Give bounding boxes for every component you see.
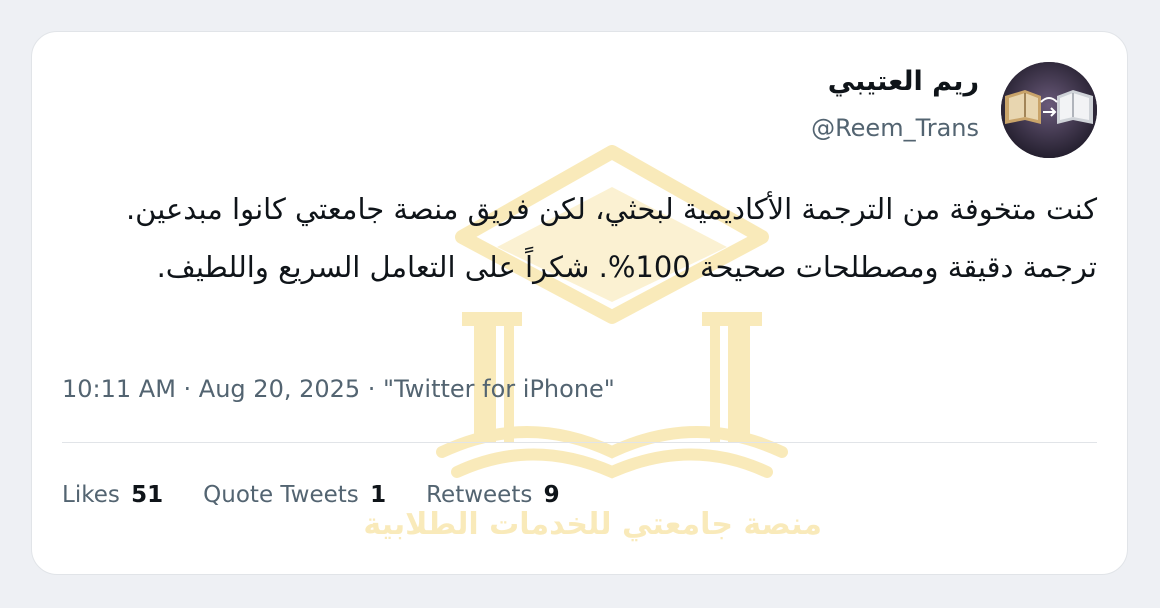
likes-stat[interactable]: Likes 51	[62, 482, 163, 508]
watermark-text: منصة جامعتي للخدمات الطلابية	[363, 507, 822, 542]
books-translation-icon	[1001, 62, 1097, 158]
tweet-text: كنت متخوفة من الترجمة الأكاديمية لبحثي، …	[125, 192, 1097, 284]
tweet-meta: 10:11 AM · Aug 20, 2025 · "Twitter for i…	[62, 375, 615, 403]
quote-tweets-count: 1	[370, 482, 387, 508]
tweet-card: منصة جامعتي للخدمات الطلابية ريم العتيبي…	[31, 31, 1128, 575]
quote-tweets-label: Quote Tweets	[203, 482, 359, 508]
retweets-label: Retweets	[426, 482, 533, 508]
avatar[interactable]	[1001, 62, 1097, 158]
display-name[interactable]: ريم العتيبي	[828, 66, 979, 97]
user-handle[interactable]: @Reem_Trans	[811, 114, 979, 142]
likes-count: 51	[131, 482, 164, 508]
likes-label: Likes	[62, 482, 120, 508]
tweet-stats: Likes 51 Quote Tweets 1 Retweets 9	[62, 482, 560, 508]
retweets-stat[interactable]: Retweets 9	[426, 482, 560, 508]
graduation-cap-icon	[436, 145, 788, 479]
quote-tweets-stat[interactable]: Quote Tweets 1	[203, 482, 386, 508]
divider	[62, 442, 1097, 443]
retweets-count: 9	[543, 482, 560, 508]
